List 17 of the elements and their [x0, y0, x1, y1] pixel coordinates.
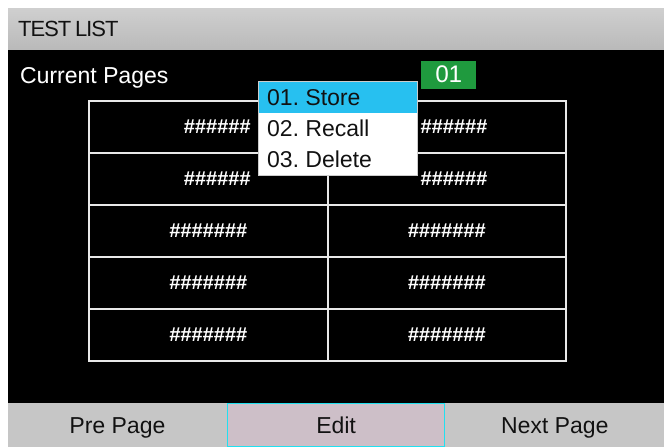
table-cell: ######: [420, 116, 488, 138]
menu-item[interactable]: 03. Delete: [259, 144, 417, 175]
table-cell: #######: [408, 220, 486, 242]
table-cell: #######: [408, 272, 486, 294]
page-number: 01: [421, 61, 476, 89]
menu-item[interactable]: 01. Store: [259, 82, 417, 113]
table-cell: ######: [184, 168, 250, 190]
table-cell: #######: [169, 324, 248, 346]
table-cell: #######: [169, 272, 248, 294]
table-cell: #######: [169, 220, 248, 242]
window-title: TEST LIST: [18, 16, 118, 42]
current-pages-label: Current Pages: [20, 62, 168, 88]
softkey-button[interactable]: Edit: [226, 403, 446, 447]
menu-item[interactable]: 02. Recall: [259, 113, 417, 144]
table-cell: ######: [184, 116, 250, 138]
table-cell: ######: [420, 168, 488, 190]
table-cell: #######: [408, 324, 486, 346]
